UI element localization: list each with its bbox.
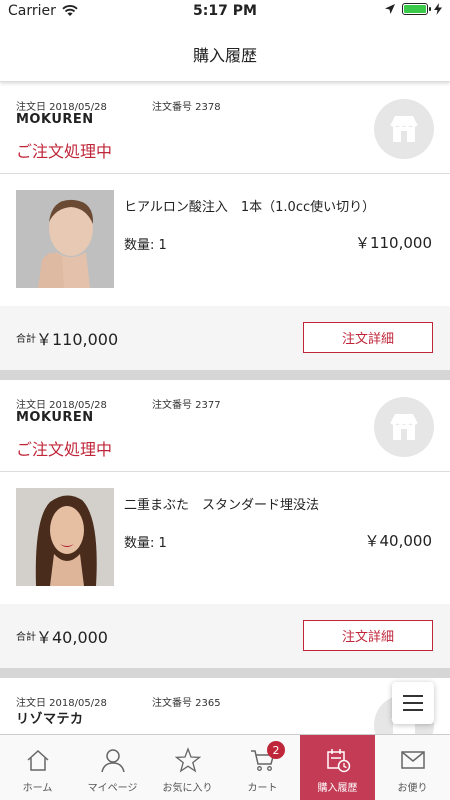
clinic-name: MOKUREN [16,410,94,425]
status-time: 5:17 PM [193,3,257,19]
order-number: 注文番号 2378 [152,102,221,113]
star-icon [174,747,201,773]
divider [0,370,450,380]
order-number: 注文番号 2377 [152,400,221,411]
order-item[interactable]: 二重まぶた スタンダード埋没法 数量: 1 ￥40,000 [0,472,450,604]
item-quantity: 数量: 1 [124,536,167,551]
order-footer: 合計 ￥110,000 注文詳細 [0,306,450,370]
total-label: 合計 [16,632,36,643]
tab-label: カート [247,783,278,794]
product-image [16,488,114,586]
page-title: 購入履歴 [192,46,257,65]
order-history-list[interactable]: 注文日 2018/05/28 注文番号 2378 MOKUREN ご注文処理中 [0,82,450,734]
tab-cart[interactable]: 2 カート [225,735,300,800]
order-item[interactable]: ヒアルロン酸注入 1本（1.0cc使い切り） 数量: 1 ￥110,000 [0,174,450,306]
order-header: 注文日 2018/05/28 注文番号 2365 リゾマテカ [0,678,450,734]
item-price: ￥40,000 [364,532,433,550]
location-arrow-icon [385,4,395,14]
order-date: 注文日 2018/05/28 [16,102,107,113]
order-card: 注文日 2018/05/28 注文番号 2377 MOKUREN ご注文処理中 [0,380,450,668]
menu-line [403,702,423,704]
shop-icon[interactable] [374,99,434,159]
menu-line [403,709,423,711]
clinic-name: MOKUREN [16,112,94,127]
order-detail-button[interactable]: 注文詳細 [303,620,433,651]
history-icon [326,749,350,773]
product-image [16,190,114,288]
order-number: 注文番号 2365 [152,698,221,709]
cart-badge: 2 [267,741,285,759]
charging-bolt-icon [434,3,442,15]
total-value: ￥40,000 [36,628,108,647]
total-label: 合計 [16,334,36,345]
navigation-bar: 購入履歴 [0,22,450,82]
tab-label: マイページ [87,783,138,794]
status-bar: Carrier 5:17 PM [0,0,450,22]
storefront-icon [390,414,418,440]
order-header: 注文日 2018/05/28 注文番号 2377 MOKUREN ご注文処理中 [0,380,450,472]
tab-favorites[interactable]: お気に入り [150,735,225,800]
order-detail-button[interactable]: 注文詳細 [303,322,433,353]
tab-purchase-history[interactable]: 購入履歴 [300,735,375,800]
tab-label: ホーム [22,783,53,794]
tab-home[interactable]: ホーム [0,735,75,800]
order-card: 注文日 2018/05/28 注文番号 2365 リゾマテカ [0,678,450,734]
item-name: 二重まぶた スタンダード埋没法 [124,498,320,513]
storefront-icon [390,116,418,142]
tab-label: 購入履歴 [317,783,358,794]
order-card: 注文日 2018/05/28 注文番号 2378 MOKUREN ご注文処理中 [0,82,450,370]
total-value: ￥110,000 [36,330,119,349]
tab-label: お気に入り [162,783,213,794]
order-status: ご注文処理中 [16,142,113,161]
user-icon [100,749,125,773]
item-name: ヒアルロン酸注入 1本（1.0cc使い切り） [124,200,376,215]
item-price: ￥110,000 [354,234,432,252]
order-header: 注文日 2018/05/28 注文番号 2378 MOKUREN ご注文処理中 [0,82,450,174]
shop-icon[interactable] [374,397,434,457]
item-quantity: 数量: 1 [124,238,167,253]
tab-bar: ホーム マイページ お気に入り 2 カート 購入履歴 お便り [0,734,450,800]
order-date: 注文日 2018/05/28 [16,698,107,709]
order-status: ご注文処理中 [16,440,113,459]
tab-mail[interactable]: お便り [375,735,450,800]
tab-mypage[interactable]: マイページ [75,735,150,800]
home-icon [26,749,49,771]
battery-icon [402,3,431,15]
divider [0,668,450,678]
order-date: 注文日 2018/05/28 [16,400,107,411]
order-footer: 合計 ￥40,000 注文詳細 [0,604,450,668]
tab-label: お便り [397,783,428,794]
menu-button[interactable] [392,682,434,724]
menu-line [403,695,423,697]
status-right [384,3,442,15]
clinic-name: リゾマテカ [16,712,84,727]
mail-icon [400,751,425,769]
